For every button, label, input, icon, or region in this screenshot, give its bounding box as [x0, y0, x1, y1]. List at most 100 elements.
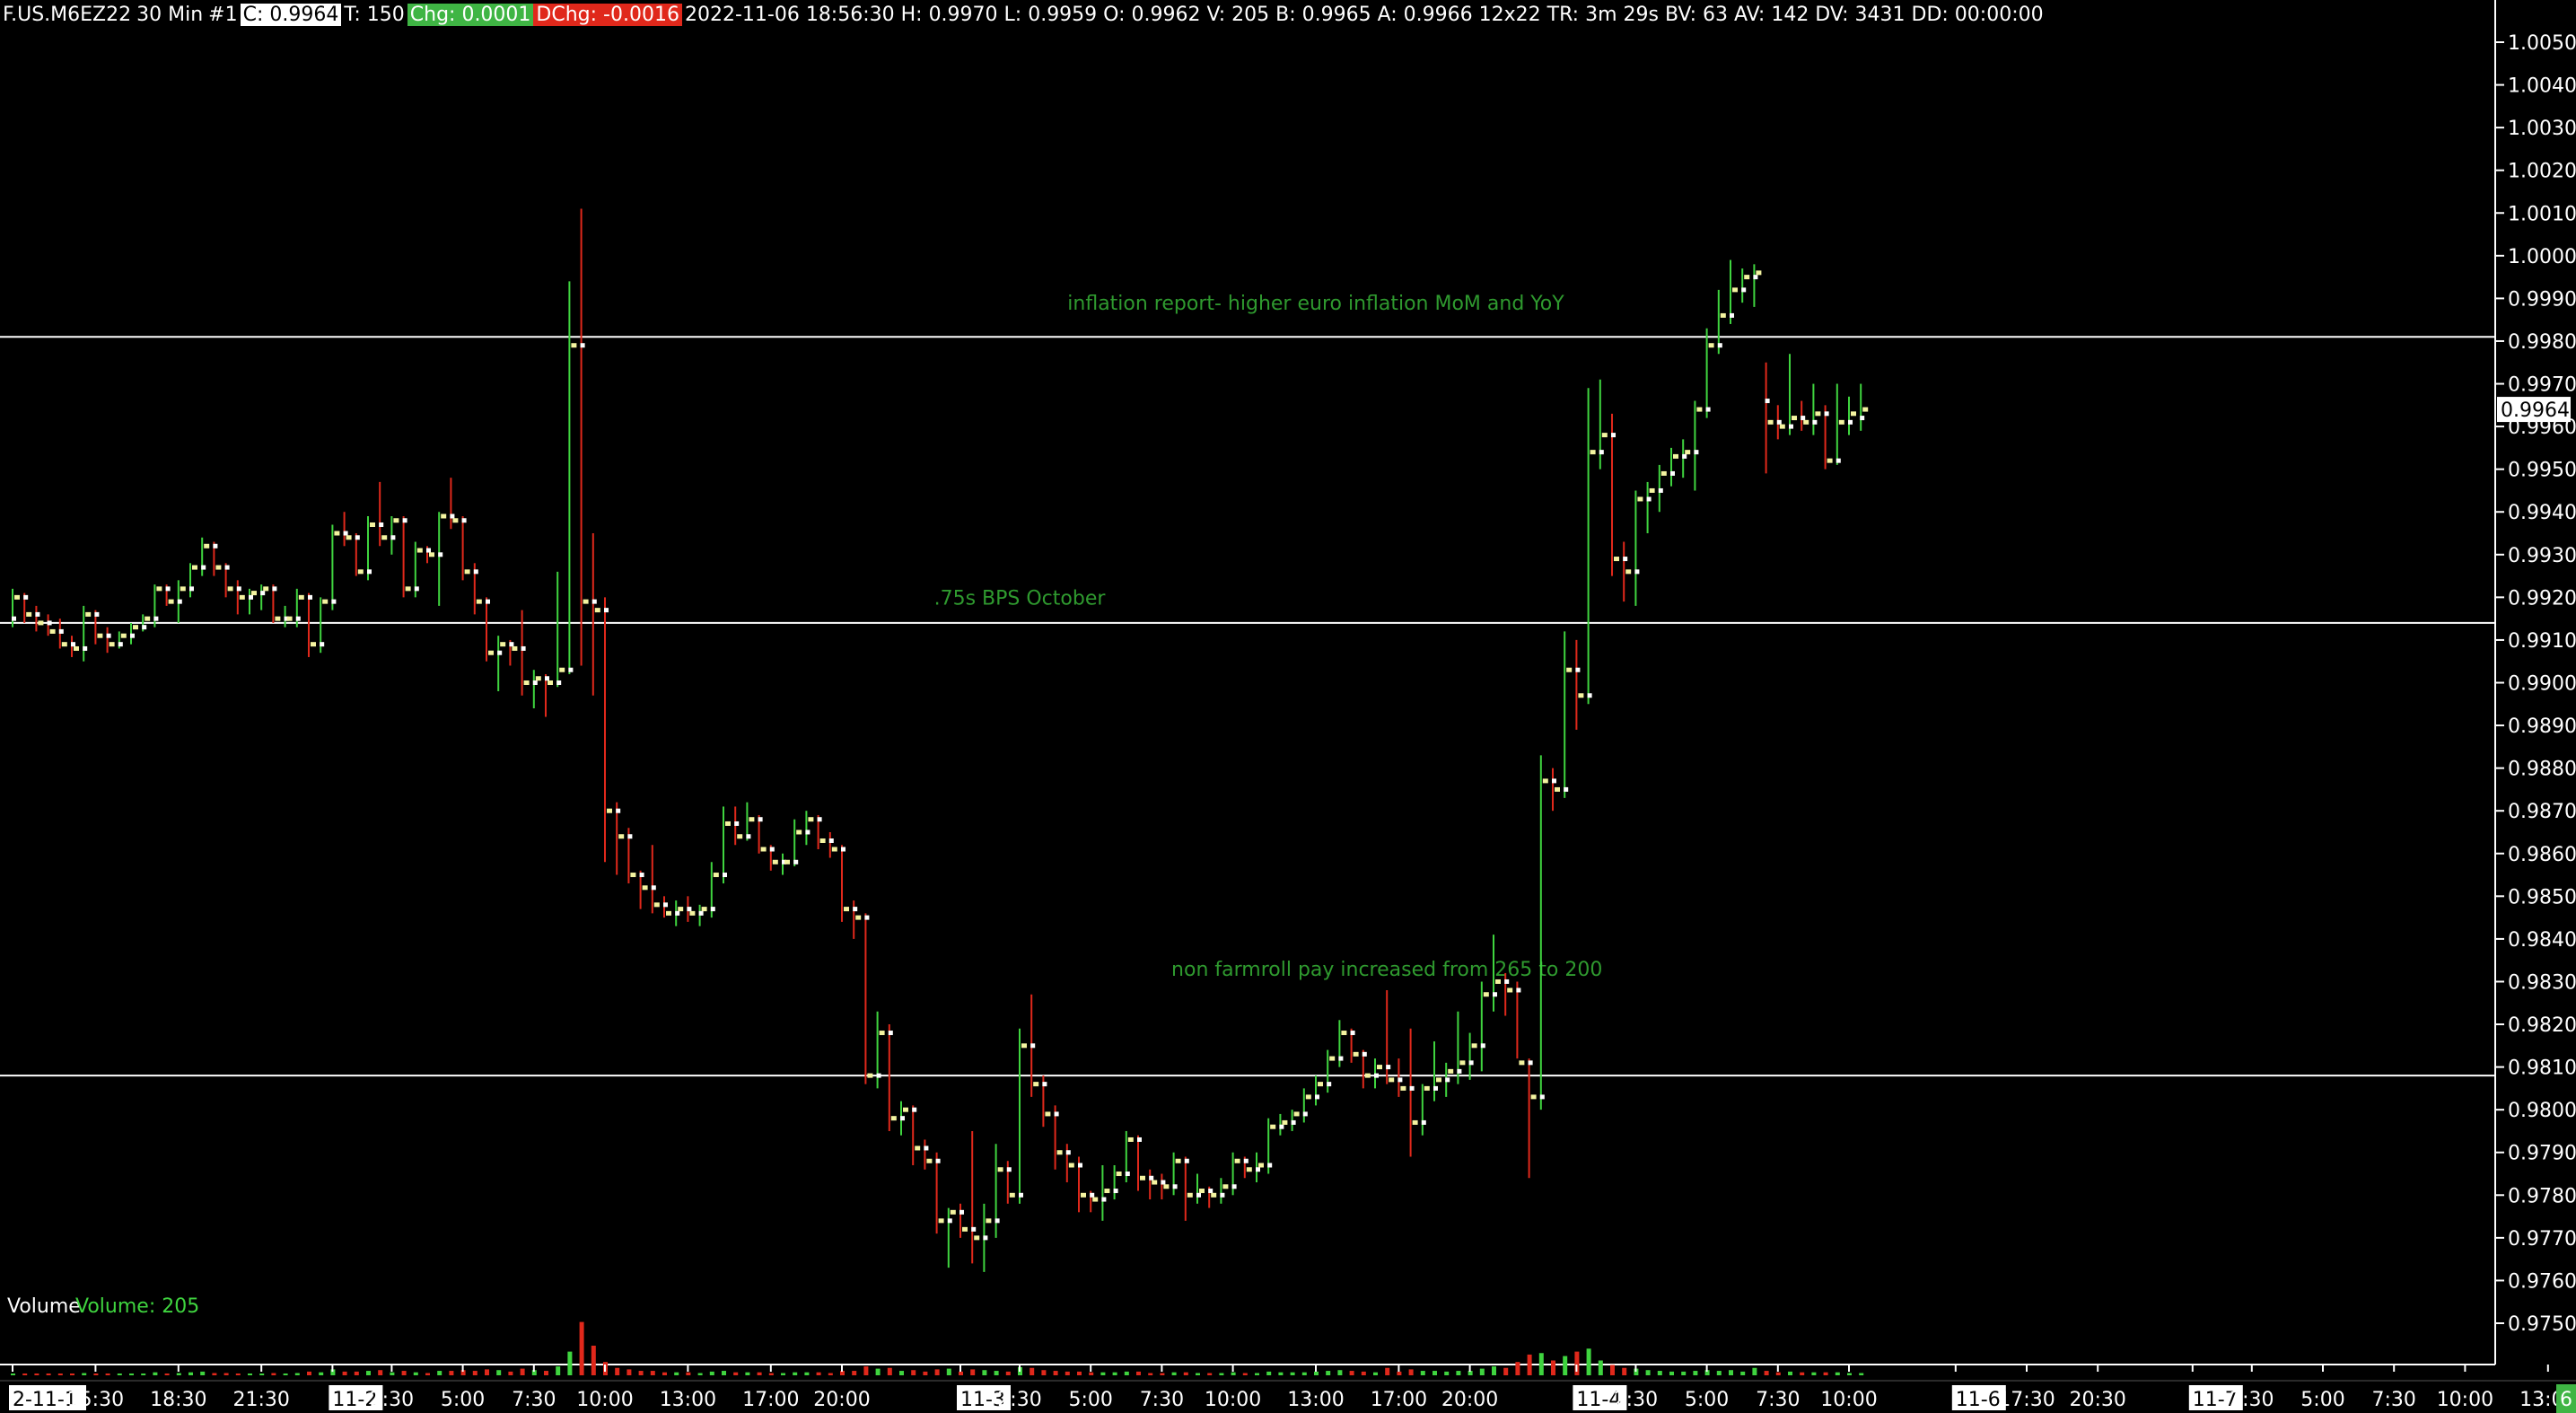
ohlc-open-tick: [1302, 1111, 1308, 1117]
chart-background: [0, 0, 2576, 1413]
ohlc-open-tick: [118, 642, 123, 647]
ohlc-open-tick: [165, 586, 171, 592]
ohlc-open-tick: [639, 873, 644, 878]
ohlc-open-tick: [1789, 424, 1793, 429]
ohlc-close-tick: [441, 513, 447, 519]
ohlc-open-tick: [651, 885, 656, 891]
price-chart[interactable]: 1.0050 1.0040 1.0030 1.0020 1.0010 1.0000 0.99…: [0, 0, 2576, 1413]
y-tick-label: 0.9910: [2508, 630, 2576, 653]
volume-bar: [1811, 1372, 1817, 1375]
volume-bar: [1030, 1367, 1035, 1375]
ohlc-open-tick: [723, 873, 727, 878]
ohlc-close-tick: [239, 594, 245, 600]
ohlc-close-tick: [215, 565, 222, 570]
daily-change-badge: DChg: -0.0016: [533, 3, 682, 26]
volume-bar: [472, 1371, 478, 1375]
ohlc-close-tick: [1827, 458, 1833, 463]
ohlc-open-tick: [461, 518, 467, 523]
ohlc-open-tick: [888, 1031, 893, 1036]
ohlc-close-tick: [109, 642, 115, 647]
volume-bar: [1255, 1373, 1259, 1375]
ohlc-open-tick: [106, 633, 111, 638]
volume-bar: [271, 1373, 276, 1375]
volume-bar: [1053, 1371, 1058, 1375]
symbol-label[interactable]: F.US.M6EZ22: [0, 4, 134, 26]
ohlc-open-tick: [876, 1073, 881, 1078]
volume-bar: [129, 1374, 134, 1375]
ohlc-open-tick: [828, 838, 834, 843]
x-tick-label: 7:30: [2371, 1389, 2415, 1411]
ohlc-close-tick: [1400, 1085, 1406, 1091]
ohlc-close-tick: [476, 599, 482, 604]
volume-bar: [863, 1366, 869, 1375]
chart-annotation[interactable]: non farmroll pay increased from 265 to 2…: [1171, 959, 1602, 981]
corner-badge[interactable]: 6: [2560, 1389, 2572, 1411]
volume-bar: [768, 1373, 774, 1375]
y-tick-label: 0.9870: [2508, 801, 2576, 823]
change-badge: Chg: 0.0001: [407, 3, 534, 26]
ohlc-open-tick: [1776, 419, 1782, 425]
chart-annotation[interactable]: .75s BPS October: [934, 587, 1107, 610]
ohlc-open-tick: [1315, 1094, 1319, 1100]
x-tick-label: 2:30: [997, 1389, 1041, 1411]
volume-bar: [899, 1371, 904, 1375]
chart-annotation[interactable]: inflation report- higher euro inflation …: [1067, 293, 1564, 315]
ohlc-close-tick: [1566, 667, 1573, 672]
ohlc-close-tick: [523, 680, 530, 685]
ohlc-close-tick: [180, 586, 186, 592]
ohlc-open-tick: [83, 645, 88, 651]
y-tick-label: 0.9810: [2508, 1058, 2576, 1080]
interval-label[interactable]: 30 Min: [134, 4, 206, 26]
ohlc-close-tick: [1389, 1077, 1395, 1083]
ohlc-open-tick: [35, 611, 40, 617]
volume-bar: [1764, 1371, 1769, 1375]
ohlc-open-tick: [710, 907, 715, 912]
y-tick-label: 1.0000: [2508, 246, 2576, 268]
volume-bar: [1456, 1371, 1461, 1375]
ohlc-close-tick: [571, 343, 577, 348]
ohlc-open-tick: [1113, 1189, 1118, 1194]
ohlc-close-tick: [1767, 419, 1774, 425]
volume-bar: [153, 1372, 158, 1375]
volume-bar: [508, 1371, 513, 1375]
ohlc-close-tick: [49, 628, 56, 634]
volume-bar: [342, 1371, 347, 1375]
ohlc-close-tick: [607, 808, 612, 813]
y-tick-label: 0.9770: [2508, 1228, 2576, 1251]
ohlc-open-tick: [272, 586, 277, 592]
x-tick-label: 7:30: [1756, 1389, 1800, 1411]
volume-bar: [959, 1371, 963, 1375]
volume-bar: [1361, 1371, 1366, 1375]
ohlc-open-tick: [1125, 1172, 1130, 1177]
volume-bar: [697, 1373, 703, 1375]
ohlc-close-tick: [38, 620, 44, 626]
ohlc-open-tick: [260, 591, 266, 596]
volume-bar: [1171, 1372, 1177, 1375]
ohlc-close-tick: [1851, 411, 1856, 417]
ohlc-close-tick: [772, 859, 778, 864]
ohlc-open-tick: [1362, 1051, 1367, 1057]
ohlc-close-tick: [251, 591, 257, 596]
volume-bar: [828, 1373, 833, 1375]
volume-bar: [1752, 1367, 1757, 1375]
ohlc-open-tick: [1101, 1197, 1107, 1202]
y-tick-label: 0.9780: [2508, 1185, 2576, 1207]
ohlc-open-tick: [1350, 1031, 1355, 1036]
x-tick-label: 21:30: [232, 1389, 289, 1411]
ohlc-close-tick: [1056, 1150, 1063, 1155]
volume-bar: [307, 1371, 311, 1375]
volume-bar: [1136, 1371, 1141, 1375]
ohlc-open-tick: [1812, 419, 1818, 425]
ohlc-close-tick: [1116, 1172, 1122, 1177]
ohlc-close-tick: [855, 915, 862, 920]
volume-bar: [1586, 1348, 1591, 1375]
volume-bar: [401, 1371, 407, 1375]
ohlc-close-tick: [1329, 1056, 1336, 1061]
x-tick-label: 20:30: [2069, 1389, 2125, 1411]
volume-bar: [674, 1372, 679, 1375]
ohlc-open-tick: [1670, 470, 1675, 476]
ohlc-close-tick: [1163, 1184, 1170, 1189]
ohlc-open-tick: [1528, 1060, 1533, 1066]
ohlc-close-tick: [26, 611, 32, 617]
volume-bar: [946, 1368, 951, 1375]
